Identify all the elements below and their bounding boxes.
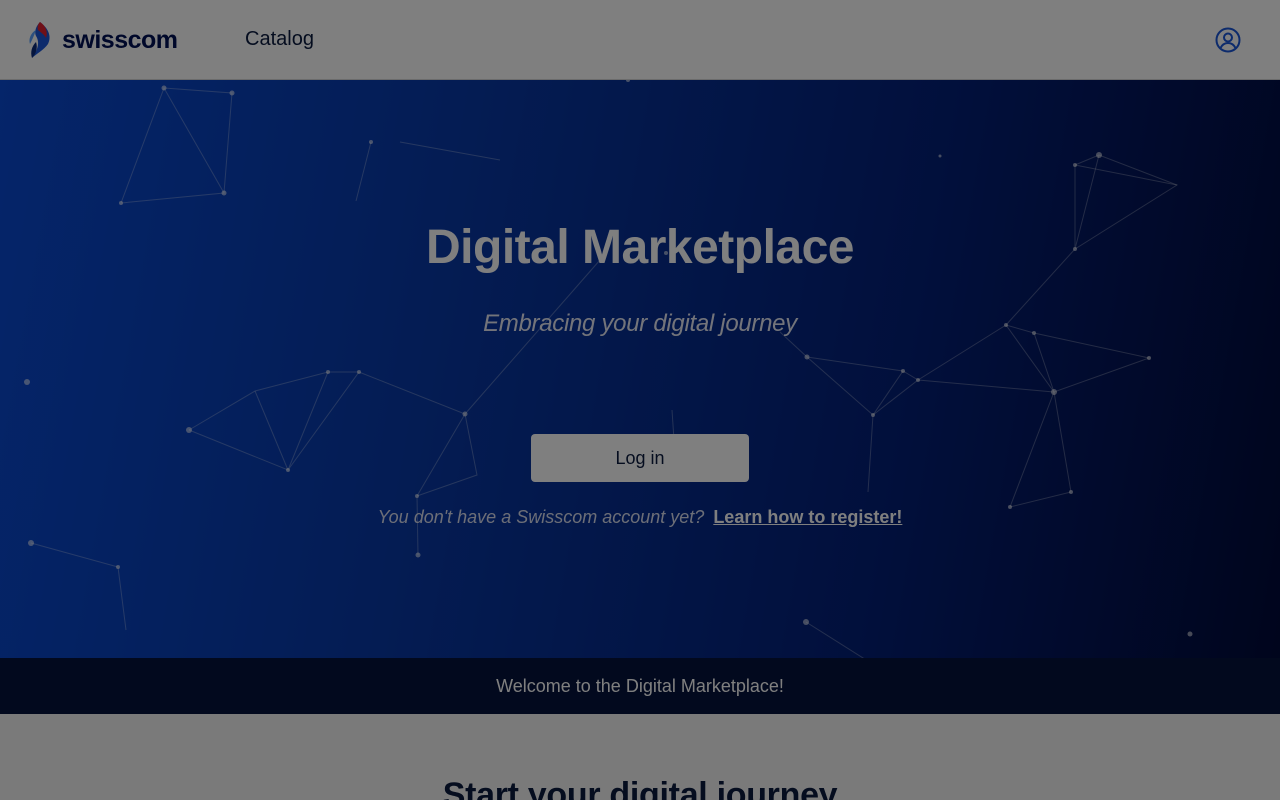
modal-backdrop-overlay[interactable] <box>0 0 1280 800</box>
